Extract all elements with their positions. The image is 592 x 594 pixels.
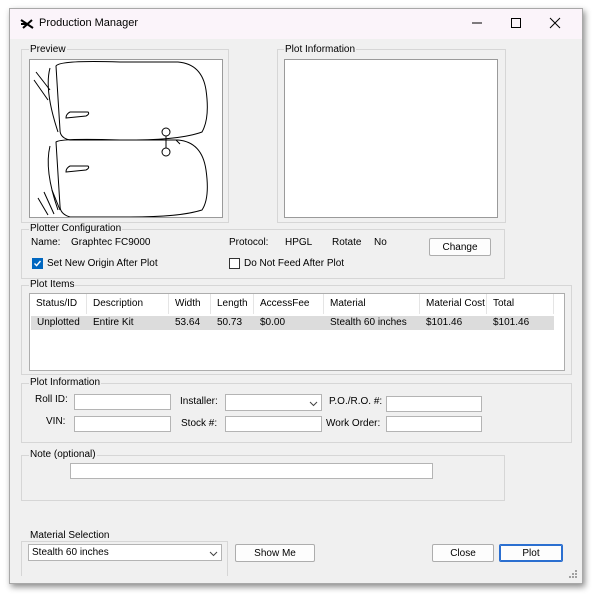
material-selected: Stealth 60 inches [32, 547, 109, 558]
close-icon [549, 17, 561, 32]
column-header[interactable]: Description [87, 294, 169, 314]
no-feed-checkbox[interactable] [229, 258, 240, 269]
rotate-value: No [374, 237, 387, 248]
protocol-value: HPGL [285, 237, 313, 248]
column-header[interactable]: Width [169, 294, 211, 314]
rotate-label: Rotate [332, 237, 362, 248]
change-button[interactable]: Change [429, 238, 491, 256]
table-cell: 53.64 [175, 317, 201, 328]
list-header: Status/ID Description Width Length Acces… [30, 294, 564, 314]
column-header[interactable]: Material [324, 294, 420, 314]
set-origin-checkbox[interactable] [32, 258, 43, 269]
resize-grip-icon[interactable] [568, 569, 578, 582]
chevron-down-icon [209, 549, 218, 560]
production-manager-window: Production Manager Preview Plot Informat… [9, 8, 583, 584]
note-input[interactable] [70, 463, 433, 479]
installer-label: Installer: [180, 396, 218, 407]
column-header[interactable]: Length [211, 294, 254, 314]
plotter-config-label: Plotter Configuration [29, 223, 123, 234]
material-label: Material Selection [29, 530, 111, 541]
plotter-name-label: Name: [31, 237, 61, 248]
stock-label: Stock #: [181, 418, 218, 429]
column-header[interactable]: Total [487, 294, 554, 314]
table-cell: $101.46 [426, 317, 463, 328]
maximize-icon [510, 17, 522, 32]
column-header[interactable]: Material Cost [420, 294, 487, 314]
minimize-icon [471, 17, 483, 32]
roll-id-input[interactable] [74, 394, 171, 410]
stock-input[interactable] [225, 416, 322, 432]
work-order-input[interactable] [386, 416, 482, 432]
table-cell: Unplotted [37, 317, 80, 328]
plot-info-display-label: Plot Information [284, 44, 357, 55]
table-cell: Stealth 60 inches [330, 317, 407, 328]
preview-label: Preview [29, 44, 67, 55]
plot-items-list[interactable]: Status/ID Description Width Length Acces… [29, 293, 565, 371]
table-row[interactable]: Unplotted Entire Kit 53.64 50.73 $0.00 S… [31, 316, 554, 330]
close-button[interactable]: Close [432, 544, 494, 562]
installer-dropdown[interactable] [225, 394, 322, 411]
window-title: Production Manager [39, 17, 139, 29]
table-cell: Entire Kit [93, 317, 134, 328]
chevron-down-icon [309, 399, 318, 410]
vin-label: VIN: [46, 416, 66, 427]
plot-info-form-label: Plot Information [29, 377, 102, 388]
plot-button[interactable]: Plot [499, 544, 563, 562]
work-order-label: Work Order: [326, 418, 381, 429]
table-cell: 50.73 [217, 317, 243, 328]
show-me-button[interactable]: Show Me [235, 544, 315, 562]
column-header[interactable]: AccessFee [254, 294, 324, 314]
close-window-button[interactable] [536, 9, 574, 39]
po-input[interactable] [386, 396, 482, 412]
title-bar[interactable]: Production Manager [10, 9, 582, 39]
plot-info-display-box [284, 59, 498, 218]
kit-outline-drawing [33, 61, 208, 218]
vin-input[interactable] [74, 416, 171, 432]
protocol-label: Protocol: [229, 237, 269, 248]
set-origin-label[interactable]: Set New Origin After Plot [47, 258, 158, 269]
plot-info-form-group [21, 383, 572, 443]
po-label: P.O./R.O. #: [329, 396, 383, 407]
checkmark-icon [33, 259, 42, 268]
note-label: Note (optional) [29, 449, 97, 460]
preview-canvas [29, 59, 223, 218]
material-dropdown[interactable]: Stealth 60 inches [28, 544, 222, 561]
no-feed-label[interactable]: Do Not Feed After Plot [244, 258, 344, 269]
maximize-button[interactable] [497, 9, 535, 39]
plotter-name-value: Graphtec FC9000 [71, 237, 151, 248]
table-cell: $101.46 [493, 317, 530, 328]
column-header[interactable]: Status/ID [30, 294, 87, 314]
minimize-button[interactable] [458, 9, 496, 39]
roll-id-label: Roll ID: [35, 394, 68, 405]
table-cell: $0.00 [260, 317, 286, 328]
app-icon [20, 18, 34, 33]
plot-items-label: Plot Items [29, 279, 76, 290]
